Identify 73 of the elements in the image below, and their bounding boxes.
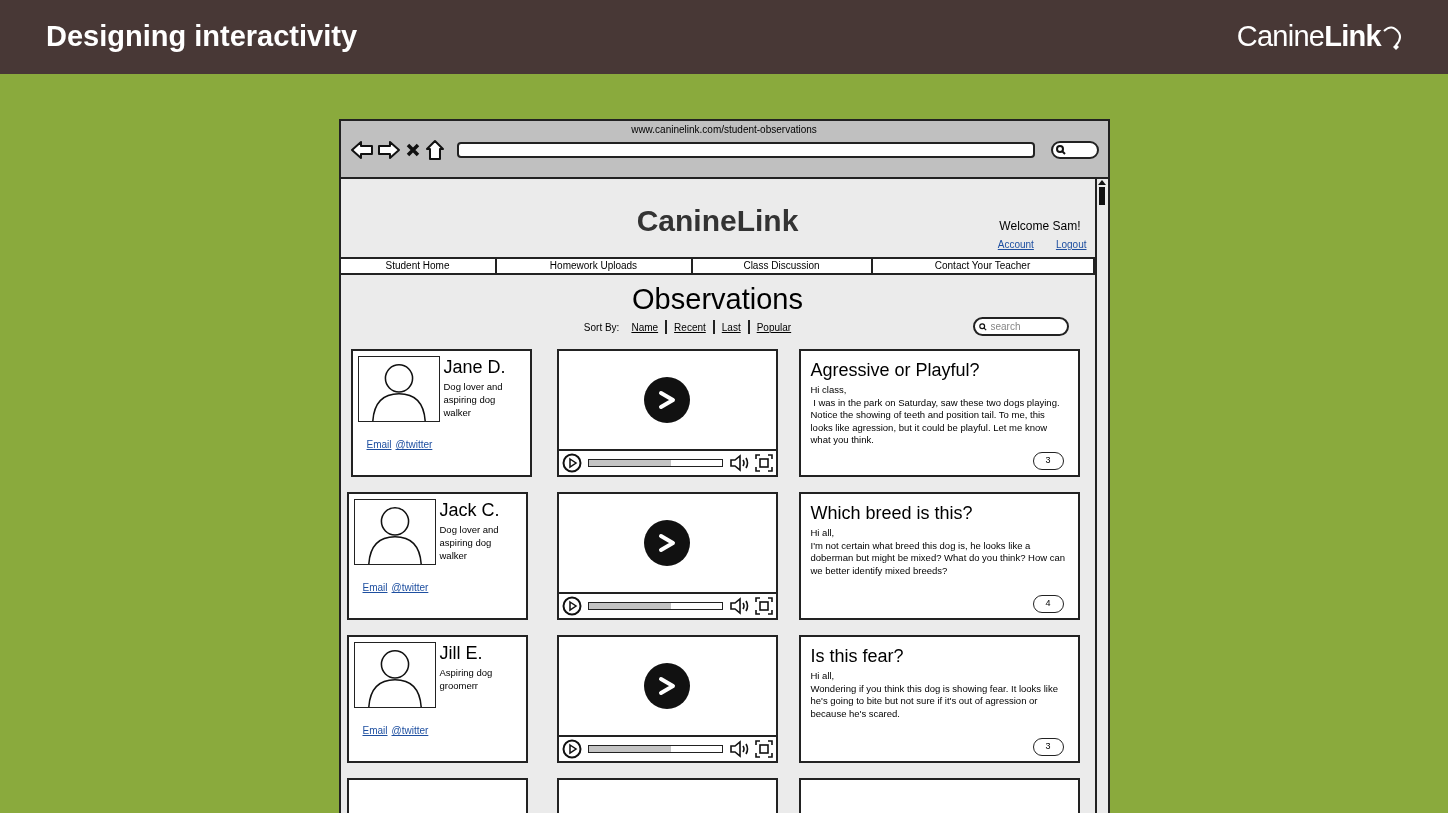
avatar-icon [353,499,436,565]
url-text: www.caninelink.com/student-observations [631,123,817,137]
play-icon[interactable] [561,453,582,473]
fullscreen-icon[interactable] [754,740,773,758]
volume-icon[interactable] [728,740,749,758]
video-player[interactable] [556,635,778,763]
profile-link[interactable]: @twitter [391,723,429,738]
scrollbar[interactable] [1094,179,1108,813]
post-greeting: Hi all, [810,527,836,540]
search-field[interactable] [1050,141,1099,159]
volume-icon[interactable] [728,597,749,615]
profile-link[interactable]: @twitter [395,437,433,452]
nav-tab[interactable]: Student Home [340,259,497,273]
play-icon[interactable] [561,739,582,759]
post-title: Agressive or Playful? [810,359,981,381]
author-name: Jack C. [439,499,501,521]
nav-tab[interactable]: Class Discussion [692,259,873,273]
author-name: Jane D. [443,356,507,378]
post-body: Wondering if you think this dog is showing fear. It looks like he's going to bite but not sure if it's out of agression or because he's scared. [810,682,1059,720]
post-title: Which breed is this? [810,502,974,524]
post-title: Is this fear? [810,645,905,667]
video-player[interactable] [556,492,778,620]
search-icon [978,323,987,331]
address-field[interactable] [457,142,1035,158]
sort-link[interactable]: Recent [674,319,706,335]
nav-tab[interactable]: Homework Uploads [496,259,693,273]
back-icon[interactable] [349,140,374,160]
welcome-text: Welcome Sam! [999,218,1081,235]
profile-link[interactable]: Email [362,723,388,738]
avatar-icon [357,356,440,422]
sort-label: Sort By: [583,320,620,335]
progress-track[interactable] [587,745,723,753]
author-bio: Dog lover and aspiring dog walker [439,523,500,562]
sort-link[interactable]: Popular [756,319,792,335]
close-icon[interactable] [405,142,422,158]
avatar-icon [353,642,436,708]
account-link[interactable]: Logout [1055,237,1087,252]
profile-link[interactable]: @twitter [391,580,429,595]
account-link[interactable]: Account [997,237,1034,252]
author-bio: Dog lover and aspiring dog walker [443,380,504,419]
play-icon[interactable] [561,596,582,616]
post-greeting: Hi class, [810,384,848,397]
post-greeting: Hi all, [810,670,836,683]
play-icon[interactable] [644,377,690,423]
scroll-thumb[interactable] [1099,187,1105,205]
volume-icon[interactable] [728,454,749,472]
site-title: CanineLink [636,202,799,239]
comment-count[interactable]: 4 [1032,595,1064,613]
page-search-field[interactable]: search [972,317,1069,336]
author-bio: Aspiring dog groomerr [439,666,494,692]
fullscreen-icon[interactable] [754,597,773,615]
comment-count[interactable]: 3 [1032,738,1064,756]
sort-link[interactable]: Name [631,319,659,335]
play-icon[interactable] [644,663,690,709]
post-body: I was in the park on Saturday, saw these two dogs playing. Notice the showing of teeth and position tail. To me, this looks like agression, but it could be playful. Let me know what you think. [810,396,1061,447]
post-body: I'm not certain what breed this dog is, he looks like a doberman but might be mixed? What do you think? How can we better identify mixed breeds? [810,539,1067,577]
page-heading: Observations [631,282,804,317]
home-icon[interactable] [425,139,446,161]
progress-track[interactable] [587,602,723,610]
logo-text: CanineLink [1236,19,1381,55]
slide-title: Designing interactivity [46,19,357,55]
video-player[interactable] [556,349,778,477]
comment-count[interactable]: 3 [1032,452,1064,470]
fullscreen-icon[interactable] [754,454,773,472]
progress-track[interactable] [587,459,723,467]
forward-icon[interactable] [377,140,402,160]
play-icon[interactable] [644,520,690,566]
profile-link[interactable]: Email [362,580,388,595]
search-icon [1055,145,1066,155]
author-name: Jill E. [439,642,484,664]
profile-link[interactable]: Email [366,437,392,452]
video-player[interactable] [556,778,778,813]
sort-link[interactable]: Last [721,319,741,335]
